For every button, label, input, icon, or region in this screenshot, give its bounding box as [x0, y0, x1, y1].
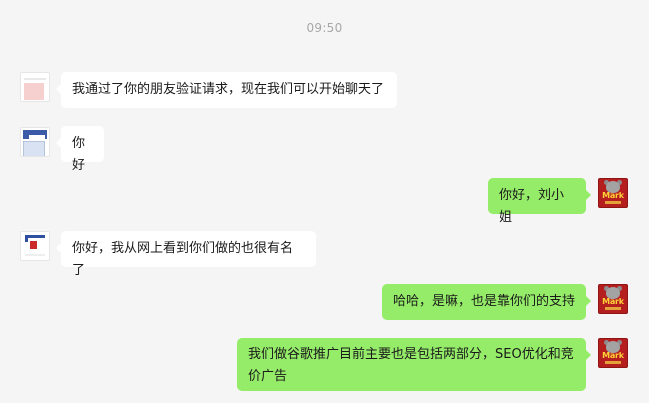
incoming-message-bubble[interactable]: 你好，我从网上看到你们做的也很有名了 [56, 231, 316, 278]
chat-area: 09:50 我通过了你的朋友验证请求，现在我们可以开始聊天了 你好 你好，刘小姐… [0, 0, 649, 403]
incoming-message-bubble[interactable]: 你好 [56, 126, 104, 173]
contact-avatar-icon[interactable] [20, 127, 50, 157]
self-avatar-brand: Mark [602, 351, 624, 360]
outgoing-message-bubble[interactable]: 你好，刘小姐 [488, 178, 591, 225]
contact-avatar-icon[interactable] [20, 231, 50, 261]
self-avatar-icon[interactable]: Mark [598, 178, 628, 208]
outgoing-message-bubble[interactable]: 我们做谷歌推广目前主要也是包括两部分，SEO优化和竞价广告 [237, 338, 591, 391]
outgoing-message-bubble[interactable]: 哈哈，是嘛，也是靠你们的支持 [382, 284, 591, 320]
self-avatar-icon[interactable]: Mark [598, 338, 628, 368]
self-avatar-brand: Mark [602, 297, 624, 306]
self-avatar-brand: Mark [602, 191, 624, 200]
self-avatar-icon[interactable]: Mark [598, 284, 628, 314]
contact-avatar-icon[interactable] [20, 72, 50, 102]
incoming-message-bubble[interactable]: 我通过了你的朋友验证请求，现在我们可以开始聊天了 [56, 72, 397, 108]
message-timestamp: 09:50 [306, 21, 343, 35]
